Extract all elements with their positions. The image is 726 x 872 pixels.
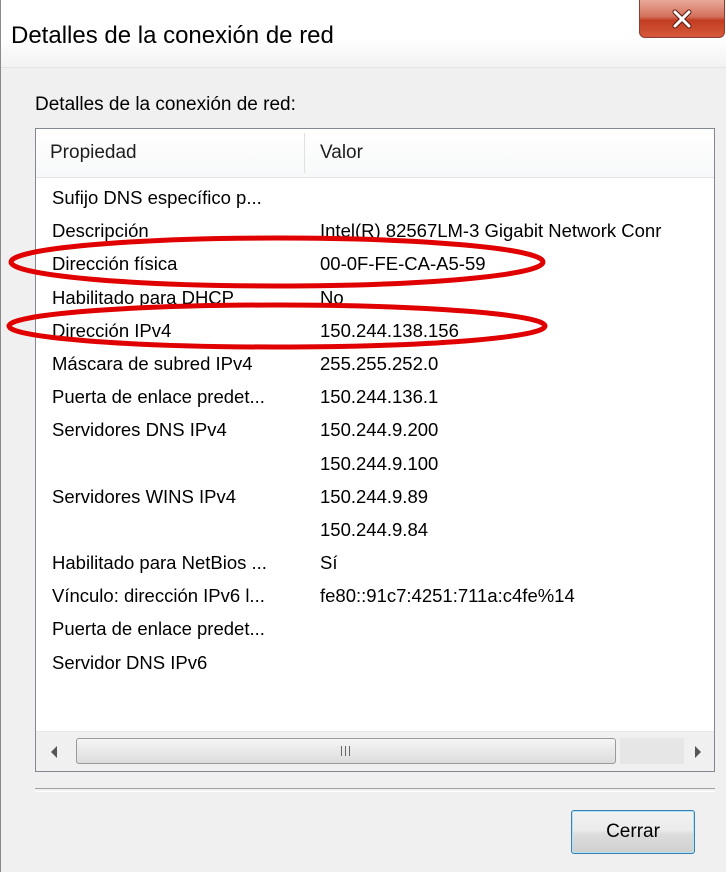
column-divider[interactable] [304, 133, 305, 173]
window-close-button[interactable] [639, 0, 725, 38]
row-property: Sufijo DNS específico p... [52, 187, 262, 208]
title-bar[interactable]: Detalles de la conexión de red [1, 0, 726, 68]
list-row[interactable]: Sufijo DNS específico p... [36, 181, 714, 214]
column-header-property[interactable]: Propiedad [50, 129, 137, 177]
horizontal-scrollbar[interactable] [36, 731, 714, 771]
list-row[interactable]: Vínculo: dirección IPv6 l... fe80::91c7:4… [36, 579, 714, 612]
row-value: fe80::91c7:4251:711a:c4fe%14 [320, 585, 575, 607]
row-property: Servidores WINS IPv4 [52, 485, 237, 507]
list-row[interactable]: Habilitado para NetBios ... Sí [36, 546, 714, 579]
row-value: 255.255.252.0 [320, 352, 439, 374]
list-row[interactable]: Habilitado para DHCP No [36, 281, 714, 314]
list-row[interactable]: 150.244.9.84 [36, 513, 714, 546]
row-value: Sí [320, 552, 338, 574]
list-rows: Sufijo DNS específico p... Descripción In… [36, 181, 714, 679]
details-list[interactable]: Propiedad Valor Sufijo DNS específico p.… [35, 128, 715, 772]
close-icon [672, 9, 692, 28]
grip-icon [341, 746, 353, 756]
row-property: Servidor DNS IPv6 [52, 651, 208, 673]
row-property: Puerta de enlace predet... [52, 618, 265, 640]
row-property: Dirección IPv4 [52, 319, 172, 341]
column-header-value[interactable]: Valor [320, 129, 363, 177]
row-property: Máscara de subred IPv4 [52, 352, 253, 374]
separator [35, 788, 715, 792]
list-row[interactable]: Puerta de enlace predet... 150.244.136.1 [36, 380, 714, 413]
row-property: Vínculo: dirección IPv6 l... [52, 585, 265, 607]
window-title: Detalles de la conexión de red [11, 22, 334, 49]
row-property: Servidores DNS IPv4 [52, 419, 227, 441]
list-row[interactable]: Servidores WINS IPv4 150.244.9.89 [36, 480, 714, 513]
scroll-left-arrow-icon[interactable] [44, 742, 64, 762]
list-row[interactable]: Descripción Intel(R) 82567LM-3 Gigabit Ne… [36, 214, 714, 247]
list-row[interactable]: 150.244.9.100 [36, 447, 714, 480]
row-value: 150.244.9.84 [320, 518, 429, 540]
scrollbar-track[interactable] [620, 738, 684, 764]
list-header: Propiedad Valor [36, 129, 714, 178]
row-property: Puerta de enlace predet... [52, 386, 265, 408]
list-row[interactable]: Máscara de subred IPv4 255.255.252.0 [36, 347, 714, 380]
close-button[interactable]: Cerrar [571, 810, 695, 854]
list-row[interactable]: Dirección IPv4 150.244.138.156 [36, 314, 714, 347]
row-property: Habilitado para NetBios ... [52, 552, 267, 574]
row-value: 150.244.136.1 [320, 386, 439, 408]
row-value: 150.244.138.156 [320, 319, 459, 341]
row-value: Intel(R) 82567LM-3 Gigabit Network Conr [320, 220, 662, 242]
row-value: 150.244.9.100 [320, 452, 439, 474]
details-label: Detalles de la conexión de red: [35, 94, 296, 115]
row-value: 150.244.9.200 [320, 419, 439, 441]
row-property: Dirección física [52, 253, 178, 275]
list-row[interactable]: Servidores DNS IPv4 150.244.9.200 [36, 413, 714, 446]
list-row[interactable]: Servidor DNS IPv6 [36, 646, 714, 679]
scroll-right-arrow-icon[interactable] [688, 742, 708, 762]
row-value: No [320, 286, 344, 308]
row-value: 00-0F-FE-CA-A5-59 [320, 253, 486, 275]
row-property: Habilitado para DHCP [52, 286, 235, 308]
network-details-dialog: Detalles de la conexión de red Detalles … [0, 0, 726, 872]
list-row[interactable]: Puerta de enlace predet... [36, 612, 714, 645]
list-row[interactable]: Dirección física 00-0F-FE-CA-A5-59 [36, 247, 714, 280]
scrollbar-thumb[interactable] [76, 738, 616, 764]
row-value: 150.244.9.89 [320, 485, 429, 507]
row-property: Descripción [52, 220, 149, 242]
